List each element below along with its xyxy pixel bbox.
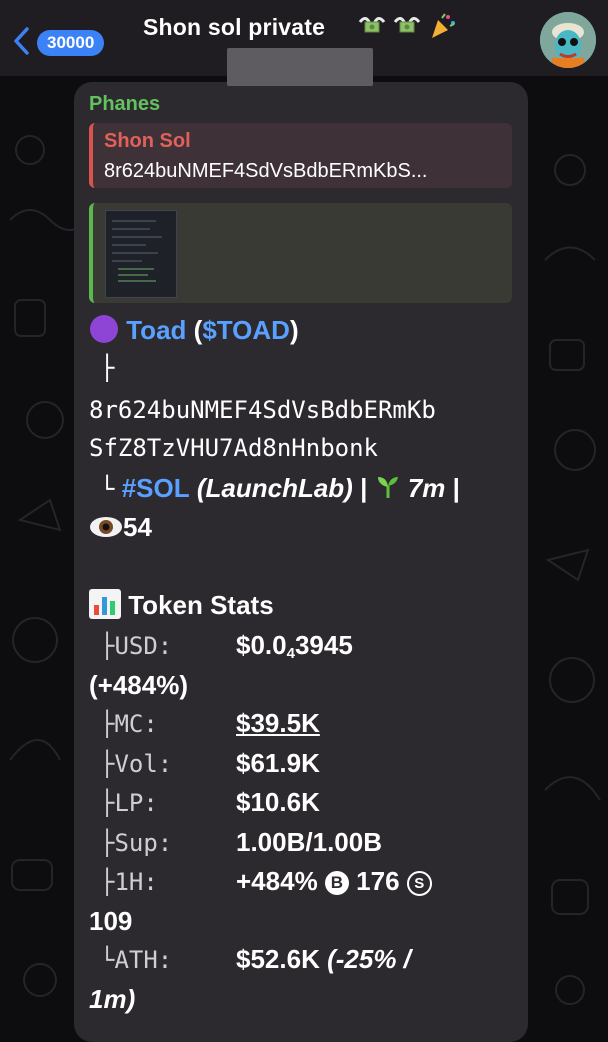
token-name-link[interactable]: Toad: [126, 315, 186, 345]
h1-sells: 109: [89, 906, 133, 936]
bar-chart-emoji: [89, 589, 121, 619]
money-wings-emoji: [358, 17, 386, 33]
sup-label: ├Sup:: [100, 829, 173, 857]
party-popper-emoji: [432, 13, 455, 38]
ticker-close: ): [289, 315, 299, 345]
ath-change: (-25% /: [327, 944, 411, 974]
sender-name[interactable]: Phanes: [89, 93, 160, 116]
mc-value-link[interactable]: $39.5K: [236, 708, 320, 739]
usd-label: ├USD:: [100, 632, 173, 660]
avatar[interactable]: [540, 12, 596, 68]
ath-value: $52.6K: [236, 944, 320, 974]
reply-preview[interactable]: Shon Sol 8r624buNMEF4SdVsBdbERmKbS...: [89, 123, 512, 188]
reply-text: 8r624buNMEF4SdVsBdbERmKbS...: [104, 160, 428, 182]
sell-icon: S: [406, 871, 432, 896]
contract-address-line2[interactable]: SfZ8TzVHU7Ad8nHnbonk: [89, 434, 378, 462]
h1-line: +484% B 176 S: [236, 866, 432, 897]
reply-sender-name: Shon Sol: [104, 130, 191, 152]
usd-value-b: 3945: [294, 630, 353, 660]
avatar-image: [540, 12, 596, 68]
purple-circle-emoji: [90, 315, 118, 343]
stats-heading: Token Stats: [89, 589, 274, 621]
money-wings-emoji: [393, 17, 421, 33]
views-count: 54: [123, 512, 152, 542]
usd-value-sub: 4: [286, 645, 295, 662]
h1-label: ├1H:: [100, 868, 158, 896]
contract-address-line1[interactable]: 8r624buNMEF4SdVsBdbERmKb: [89, 396, 436, 424]
vol-label: ├Vol:: [100, 750, 173, 778]
h1-buys: 176: [356, 866, 400, 896]
usd-value-a: $0.0: [236, 630, 287, 660]
stats-heading-text: Token Stats: [128, 590, 274, 620]
platform-label: (LaunchLab): [196, 473, 353, 503]
token-line: Toad ($TOAD): [89, 314, 299, 346]
mc-label: ├MC:: [100, 710, 158, 738]
token-ticker-link[interactable]: $TOAD: [202, 315, 290, 345]
ath-time: 1m): [89, 984, 136, 1014]
tree-connector: ├: [100, 354, 115, 382]
media-preview[interactable]: [89, 203, 512, 303]
tree-corner: └: [100, 475, 115, 503]
back-chevron-icon[interactable]: [12, 26, 30, 56]
ath-line: $52.6K (-25% /: [236, 944, 411, 975]
chain-line: └ #SOL (LaunchLab) | 7m |: [100, 473, 460, 504]
lp-label: ├LP:: [100, 789, 158, 817]
ath-label: └ATH:: [100, 946, 173, 974]
ticker-open: (: [186, 315, 203, 345]
pinned-bar-redacted: [227, 48, 373, 86]
buy-icon: B: [324, 871, 349, 895]
vol-value: $61.9K: [236, 748, 320, 778]
screenshot-thumbnail: [105, 210, 177, 298]
separator-2: |: [452, 473, 460, 503]
h1-change: +484%: [236, 866, 318, 896]
usd-change: (+484%): [89, 670, 188, 700]
unread-count-badge[interactable]: 30000: [37, 30, 105, 56]
seedling-emoji: [377, 477, 398, 498]
sup-value: 1.00B/1.00B: [236, 827, 382, 857]
chain-hashtag[interactable]: #SOL: [122, 473, 190, 503]
age-label: 7m: [407, 473, 446, 503]
eye-emoji: [90, 517, 122, 537]
views-line: 54: [89, 512, 152, 543]
lp-value: $10.6K: [236, 787, 320, 817]
separator: |: [360, 473, 368, 503]
usd-value: $0.043945: [236, 630, 353, 662]
chat-title[interactable]: Shon sol private: [143, 14, 325, 41]
